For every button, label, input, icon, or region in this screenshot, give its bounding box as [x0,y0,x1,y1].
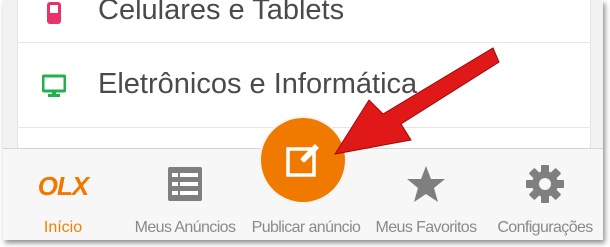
monitor-icon [42,74,66,97]
tab-label: Meus Anúncios [134,219,236,236]
tab-meus-anuncios[interactable]: Meus Anúncios [125,149,245,240]
screenshot-frame: Celulares e Tablets Eletrônicos e Inform… [3,0,603,240]
tab-label: Configurações [497,219,593,236]
category-item-celulares[interactable]: Celulares e Tablets [18,0,590,43]
list-icon [168,167,202,201]
category-label: Celulares e Tablets [98,0,345,26]
star-icon [407,166,445,202]
tab-label: Início [43,219,83,236]
tab-label: Meus Favoritos [375,219,478,236]
tab-inicio[interactable]: OLX Início [23,149,103,240]
tab-label: Publicar anúncio [251,219,361,236]
phone-icon [47,2,61,24]
olx-logo: OLX [37,171,89,201]
tab-meus-favoritos[interactable]: Meus Favoritos [365,149,487,240]
red-arrow-annotation [333,47,500,155]
tab-configuracoes[interactable]: Configurações [487,149,603,240]
gear-icon [526,165,564,203]
